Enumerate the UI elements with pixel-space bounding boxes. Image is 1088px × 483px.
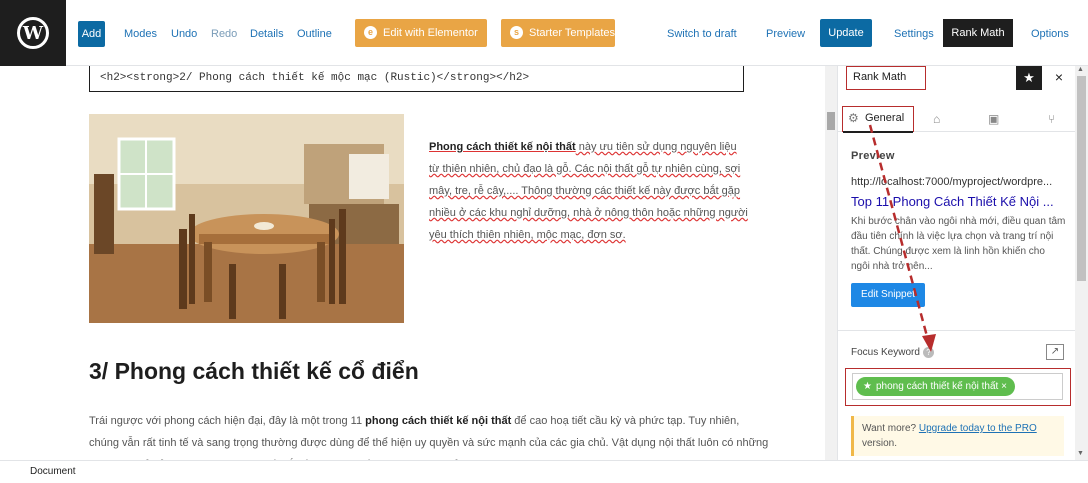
classic-paragraph-pre: Trái ngược với phong cách hiện đại, đây … — [89, 415, 366, 427]
editor-scrollbar[interactable] — [825, 66, 837, 460]
sidebar-scrollbar[interactable]: ▲ ▼ — [1075, 66, 1088, 460]
breadcrumb[interactable]: Document — [0, 460, 1088, 483]
trends-icon[interactable]: ↗ — [1046, 344, 1064, 360]
tab-general[interactable]: ⚙ General — [842, 106, 914, 133]
upgrade-pre: Want more? — [862, 423, 919, 434]
sidebar-tabs: ⚙ General ⌂ ▣ ⑂ — [838, 102, 1075, 133]
section-heading[interactable]: 3/ Phong cách thiết kế cổ điển — [89, 358, 419, 385]
paragraph-text: này ưu tiên sử dụng nguyên liệu từ thiên… — [429, 141, 748, 241]
star-icon[interactable]: ★ — [1016, 66, 1042, 90]
scroll-up-icon[interactable]: ▲ — [1077, 66, 1084, 73]
focus-keyword-label-text: Focus Keyword — [851, 347, 920, 358]
serp-title: Top 11 Phong Cách Thiết Kế Nội ... — [851, 194, 1054, 209]
serp-description: Khi bước chân vào ngôi nhà mới, điều qua… — [851, 216, 1066, 272]
outline-button[interactable]: Outline — [297, 21, 332, 47]
tab-advanced-icon[interactable]: ⌂ — [933, 112, 940, 126]
tab-general-label: General — [865, 112, 905, 124]
editor-scrollbar-thumb[interactable] — [827, 112, 835, 130]
serp-url: http://localhost:7000/myproject/wordpre.… — [851, 176, 1053, 188]
sidebar-title: Rank Math — [846, 66, 926, 90]
starter-templates-label: Starter Templates — [529, 27, 616, 39]
edit-with-elementor-button[interactable]: e Edit with Elementor — [355, 19, 487, 47]
tab-schema-icon[interactable]: ▣ — [988, 112, 999, 126]
details-button[interactable]: Details — [250, 21, 284, 47]
gear-icon: ⚙ — [848, 111, 859, 125]
options-button[interactable]: Options — [1031, 21, 1069, 47]
rank-math-sidebar: Rank Math ★ × ⚙ General ⌂ ▣ ⑂ Preview ht… — [837, 66, 1075, 460]
preview-label: Preview — [851, 150, 895, 162]
keyword-chip[interactable]: ★ phong cách thiết kế nội thất × — [856, 377, 1015, 396]
switch-to-draft-button[interactable]: Switch to draft — [667, 21, 737, 47]
focus-keyword-box: ★ phong cách thiết kế nội thất × — [845, 368, 1071, 406]
remove-keyword-icon[interactable]: × — [1001, 381, 1007, 392]
preview-button[interactable]: Preview — [766, 21, 805, 47]
classic-paragraph-bold: phong cách thiết kế nội thất — [365, 415, 512, 427]
rank-math-toolbar-button[interactable]: Rank Math — [943, 19, 1013, 47]
divider — [838, 330, 1075, 331]
sidebar-scrollbar-thumb[interactable] — [1077, 76, 1086, 281]
interior-photo[interactable] — [89, 114, 404, 323]
keyword-chip-label: phong cách thiết kế nội thất — [876, 381, 999, 392]
scroll-down-icon[interactable]: ▼ — [1077, 450, 1084, 457]
add-block-button[interactable]: Add — [78, 21, 105, 47]
help-icon[interactable]: ? — [922, 347, 934, 358]
tab-social-icon[interactable]: ⑂ — [1048, 112, 1055, 126]
editor-toolbar: W Add Modes Undo Redo Details Outline e … — [0, 0, 1088, 66]
paragraph-bold-keyword: Phong cách thiết kế nội thất — [429, 141, 576, 153]
elementor-icon: e — [364, 26, 377, 39]
modes-button[interactable]: Modes — [124, 21, 157, 47]
starter-templates-icon: s — [510, 26, 523, 39]
starter-templates-button[interactable]: s Starter Templates — [501, 19, 615, 47]
settings-button[interactable]: Settings — [894, 21, 934, 47]
upgrade-post: version. — [862, 438, 898, 449]
close-icon[interactable]: × — [1051, 66, 1067, 90]
classic-paragraph[interactable]: Trái ngược với phong cách hiện đại, đây … — [89, 410, 769, 460]
star-icon-small: ★ — [863, 381, 872, 392]
focus-keyword-input[interactable]: ★ phong cách thiết kế nội thất × — [852, 373, 1063, 400]
edit-snippet-button[interactable]: Edit Snippet — [851, 283, 925, 307]
upgrade-link[interactable]: Upgrade today to the PRO — [919, 423, 1037, 434]
wordpress-icon: W — [17, 17, 49, 49]
html-code-block[interactable]: <h2><strong>2/ Phong cách thiết kế mộc m… — [89, 66, 744, 92]
update-button[interactable]: Update — [820, 19, 872, 47]
wordpress-logo[interactable]: W — [0, 0, 66, 66]
edit-with-elementor-label: Edit with Elementor — [383, 27, 478, 39]
focus-keyword-label: Focus Keyword? — [851, 347, 934, 358]
redo-button[interactable]: Redo — [211, 21, 237, 47]
editor-canvas: <h2><strong>2/ Phong cách thiết kế mộc m… — [0, 66, 825, 460]
rustic-kitchen-image — [89, 114, 404, 323]
upgrade-notice: Want more? Upgrade today to the PRO vers… — [851, 416, 1064, 456]
undo-button[interactable]: Undo — [171, 21, 197, 47]
rustic-paragraph[interactable]: Phong cách thiết kế nội thất này ưu tiên… — [429, 136, 749, 246]
